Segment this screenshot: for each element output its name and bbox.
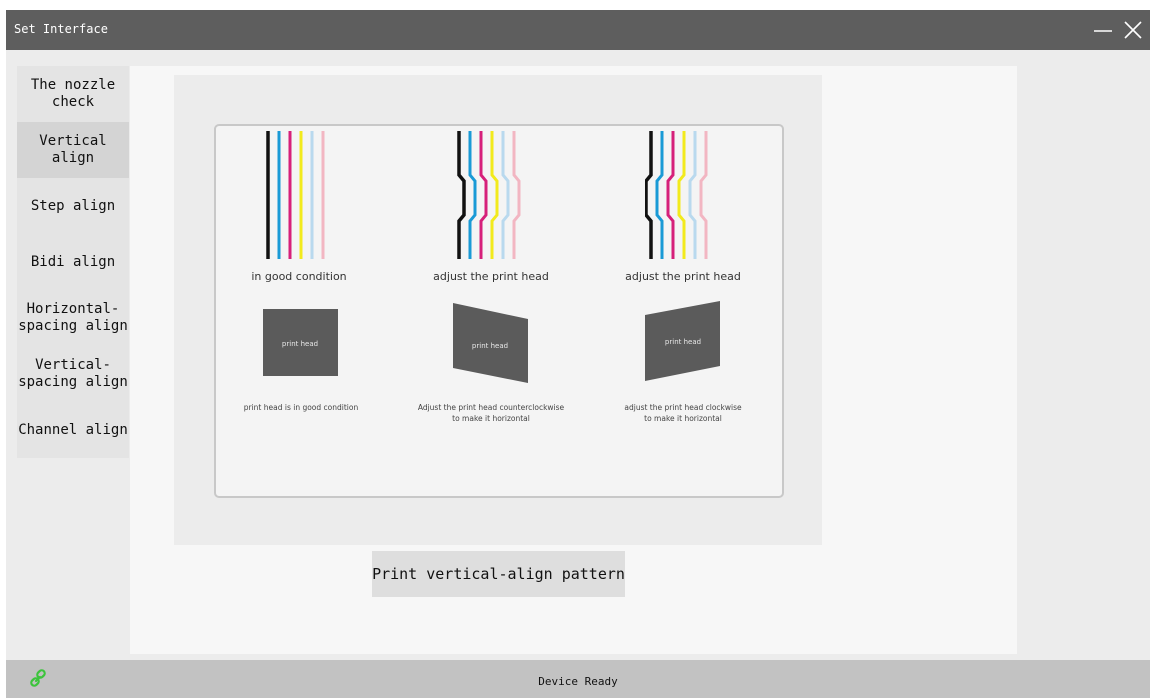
head-caption-clockwise: adjust the print head clockwise to make …: [624, 403, 742, 423]
nozzle-line: [655, 131, 664, 259]
sidebar-item-nozzle-check[interactable]: The nozzle check: [17, 66, 129, 122]
window-title: Set Interface: [14, 22, 108, 36]
nozzle-line: [501, 131, 510, 259]
head-caption-counterclockwise: Adjust the print head counterclockwise t…: [417, 403, 565, 423]
close-icon: [1124, 21, 1142, 39]
print-head-label: print head: [665, 338, 701, 346]
nozzle-line: [479, 131, 488, 259]
minimize-button[interactable]: [1091, 16, 1115, 44]
caption-adjust-head-2: adjust the print head: [625, 270, 741, 283]
lines-counterclockwise: [457, 131, 521, 259]
nozzle-line: [645, 131, 653, 259]
print-head-tilted-left: print head: [453, 303, 528, 383]
sidebar-item-vertical-align[interactable]: Vertical align: [17, 122, 129, 178]
print-head-label: print head: [472, 342, 508, 350]
title-bar: Set Interface: [6, 10, 1150, 50]
caption-adjust-head-1: adjust the print head: [433, 270, 549, 283]
sidebar-item-vertical-spacing-align[interactable]: Vertical- spacing align: [17, 346, 129, 402]
lines-good: [266, 131, 325, 259]
lines-clockwise: [645, 131, 708, 259]
print-vertical-align-pattern-button[interactable]: Print vertical-align pattern: [372, 551, 625, 597]
sidebar-item-channel-align[interactable]: Channel align: [17, 402, 129, 458]
nozzle-line: [457, 131, 466, 259]
caption-good-condition: in good condition: [251, 270, 347, 283]
nozzle-line: [512, 131, 521, 259]
nozzle-line: [490, 131, 499, 259]
nozzle-line: [699, 131, 708, 259]
nozzle-line: [677, 131, 686, 259]
print-head-label: print head: [282, 340, 318, 348]
head-caption-good: print head is in good condition: [243, 403, 359, 412]
nozzle-line: [468, 131, 477, 259]
sidebar-item-bidi-align[interactable]: Bidi align: [17, 234, 129, 290]
print-head-tilted-right: print head: [645, 301, 720, 381]
sidebar: The nozzle check Vertical align Step ali…: [17, 66, 129, 458]
minimize-icon: [1094, 30, 1112, 32]
sidebar-item-horizontal-spacing-align[interactable]: Horizontal- spacing align: [17, 290, 129, 346]
sidebar-item-step-align[interactable]: Step align: [17, 178, 129, 234]
nozzle-line: [666, 131, 675, 259]
status-bar: Device Ready: [6, 660, 1150, 698]
nozzle-line: [688, 131, 697, 259]
close-button[interactable]: [1121, 16, 1145, 44]
status-text: Device Ready: [538, 675, 618, 688]
print-head-level: print head: [263, 309, 338, 376]
